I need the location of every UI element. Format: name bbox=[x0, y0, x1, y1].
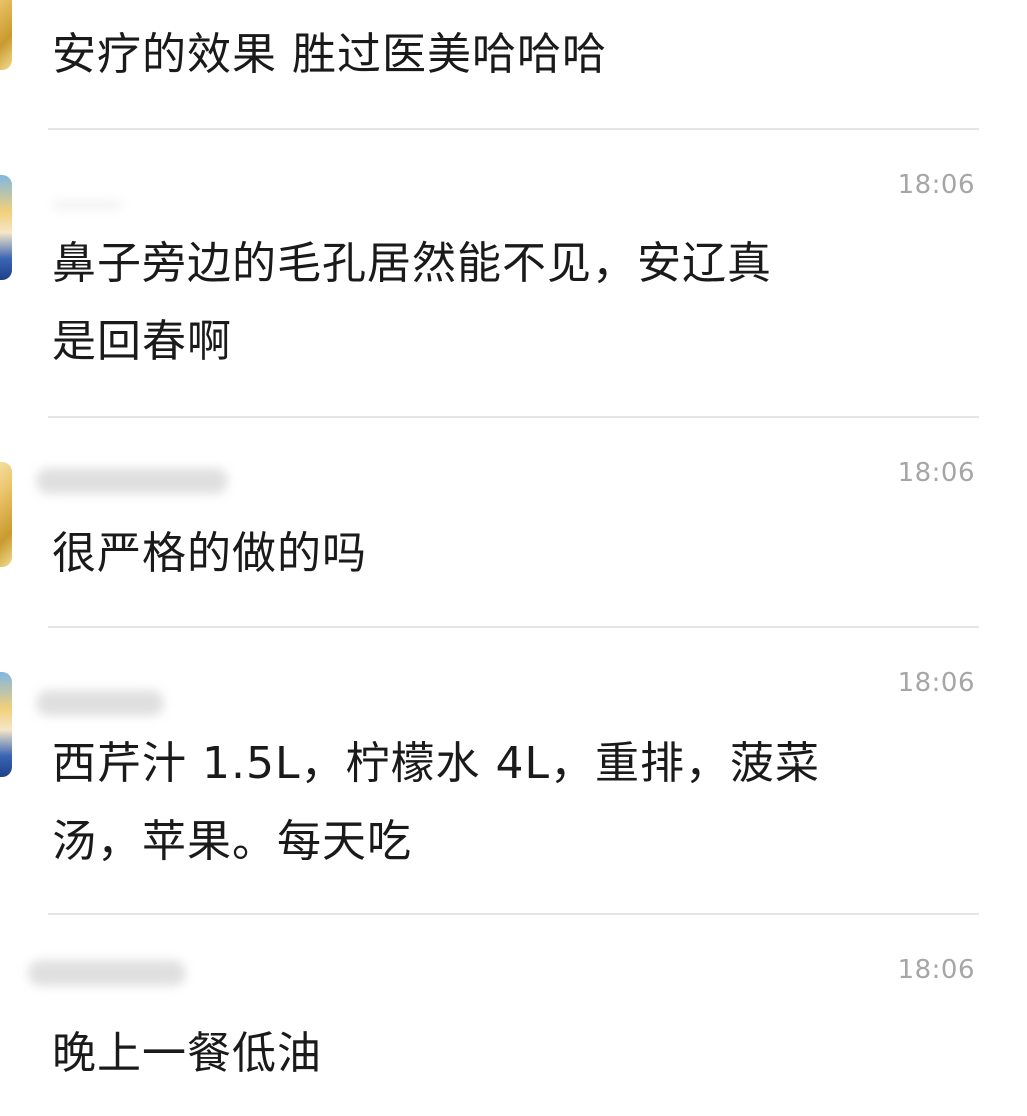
message-text: 很严格的做的吗 bbox=[52, 528, 367, 579]
avatar[interactable] bbox=[0, 462, 12, 567]
sender-name-blurred bbox=[36, 690, 164, 716]
chat-message[interactable]: 18:06 鼻子旁边的毛孔居然能不见，安辽真 是回春啊 bbox=[0, 130, 1027, 418]
chat-message[interactable]: 18:06 西芹汁 1.5L，柠檬水 4L，重排，菠菜 汤，苹果。每天吃 bbox=[0, 628, 1027, 916]
chat-message[interactable]: 18:06 很严格的做的吗 bbox=[0, 418, 1027, 628]
sender-name-blurred bbox=[52, 200, 122, 210]
chat-message-list: 安疗的效果 胜过医美哈哈哈 18:06 鼻子旁边的毛孔居然能不见，安辽真 是回春… bbox=[0, 0, 1027, 1116]
message-timestamp: 18:06 bbox=[897, 458, 975, 488]
message-text: 鼻子旁边的毛孔居然能不见，安辽真 是回春啊 bbox=[52, 238, 772, 367]
avatar[interactable] bbox=[0, 175, 12, 280]
sender-name-blurred bbox=[36, 468, 228, 494]
message-text: 西芹汁 1.5L，柠檬水 4L，重排，菠菜 汤，苹果。每天吃 bbox=[52, 738, 820, 867]
avatar[interactable] bbox=[0, 672, 12, 777]
chat-message[interactable]: 安疗的效果 胜过医美哈哈哈 bbox=[0, 0, 1027, 130]
avatar[interactable] bbox=[0, 0, 12, 70]
message-timestamp: 18:06 bbox=[897, 955, 975, 985]
message-text: 安疗的效果 胜过医美哈哈哈 bbox=[52, 29, 607, 80]
message-timestamp: 18:06 bbox=[897, 668, 975, 698]
sender-name-blurred bbox=[28, 960, 186, 986]
chat-message[interactable]: 18:06 晚上一餐低油 bbox=[0, 915, 1027, 1116]
message-text: 晚上一餐低油 bbox=[52, 1028, 322, 1079]
message-timestamp: 18:06 bbox=[897, 170, 975, 200]
